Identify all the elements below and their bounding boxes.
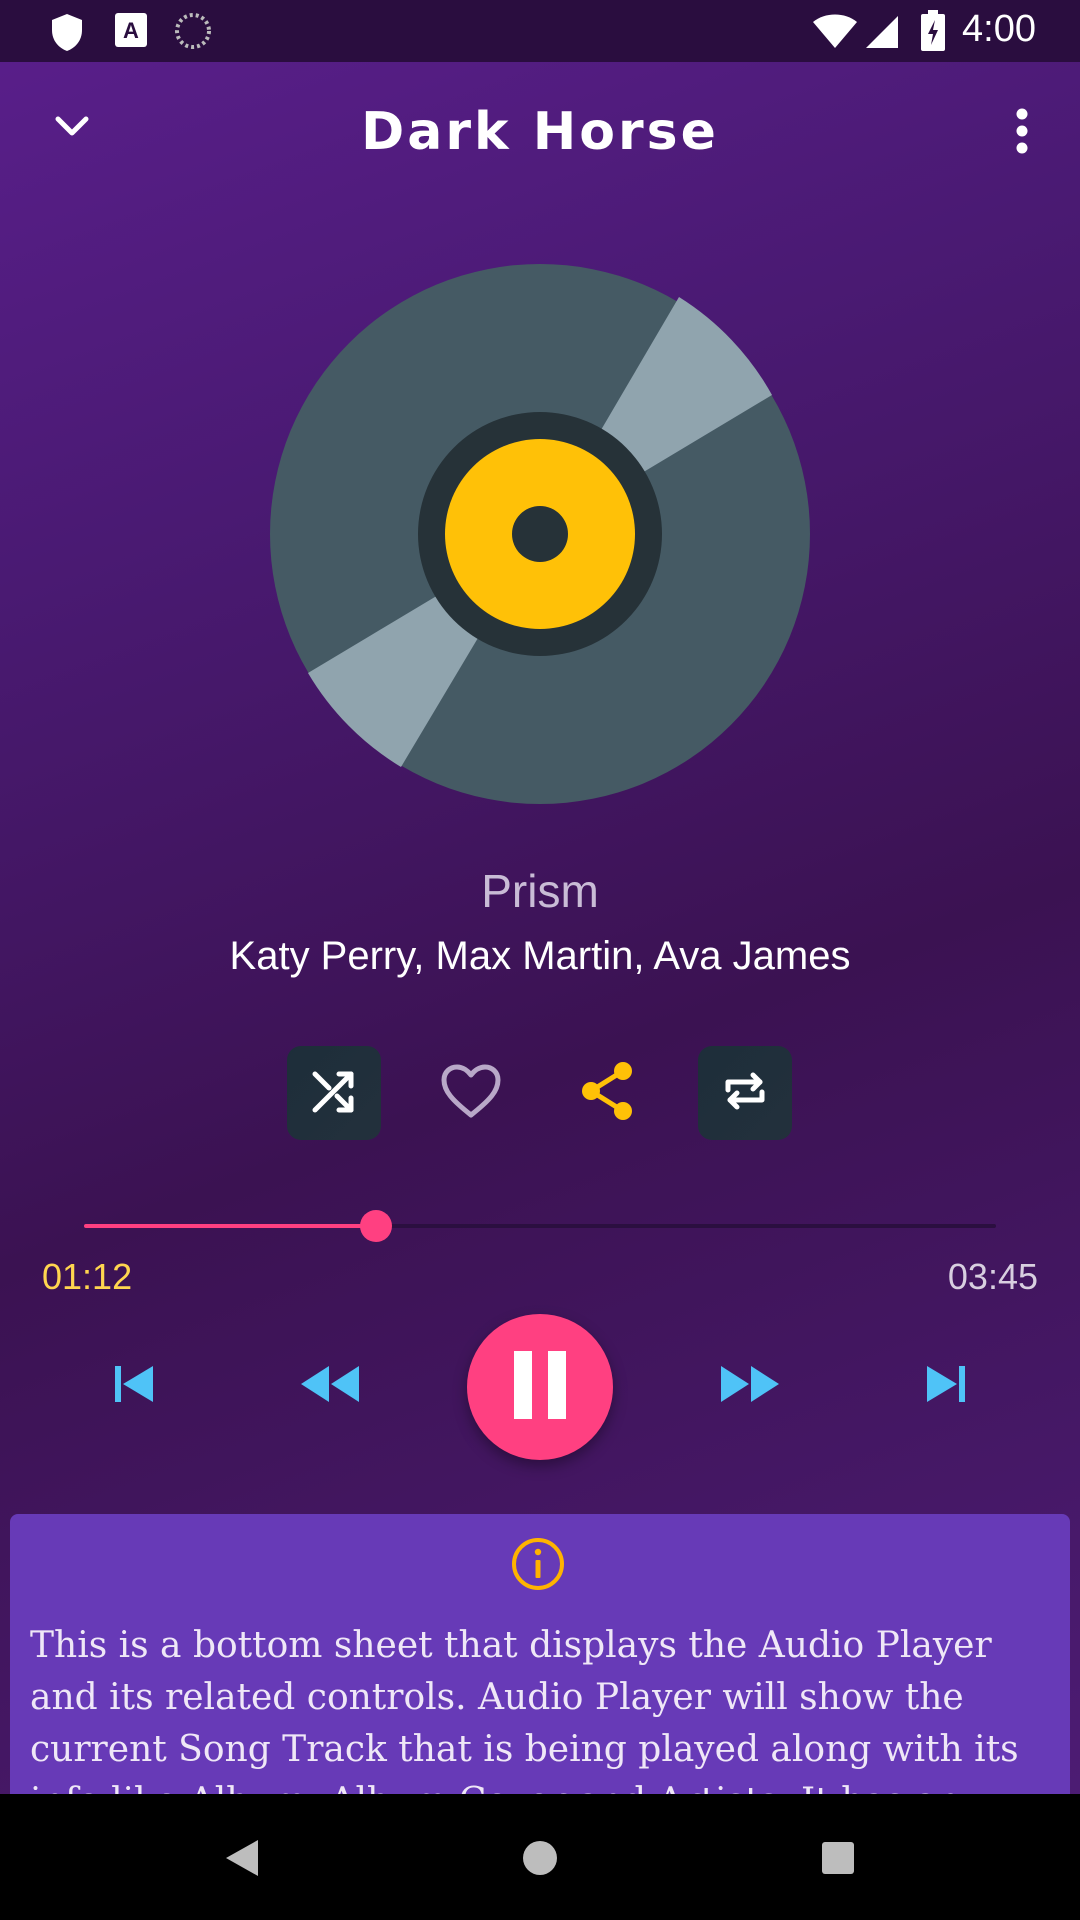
page-title: Dark Horse bbox=[361, 102, 719, 162]
rewind-button[interactable] bbox=[280, 1346, 380, 1426]
repeat-button[interactable] bbox=[698, 1046, 792, 1140]
fast-forward-icon bbox=[719, 1362, 781, 1410]
shuffle-icon bbox=[309, 1066, 359, 1120]
home-icon[interactable] bbox=[512, 1830, 568, 1886]
skip-previous-icon bbox=[111, 1362, 157, 1410]
favorite-button[interactable] bbox=[424, 1046, 518, 1140]
album-cover-disc bbox=[270, 264, 810, 804]
svg-text:A: A bbox=[123, 18, 139, 43]
fast-forward-button[interactable] bbox=[700, 1346, 800, 1426]
pause-button[interactable] bbox=[467, 1314, 613, 1460]
status-bar: A 4:00 bbox=[0, 0, 1080, 62]
shuffle-button[interactable] bbox=[287, 1046, 381, 1140]
battery-icon bbox=[920, 10, 946, 56]
skip-previous-button[interactable] bbox=[84, 1346, 184, 1426]
audio-player-screen: A 4:00 Dark Horse Prism Katy Perry, Max … bbox=[0, 0, 1080, 1920]
wifi-icon bbox=[812, 14, 858, 54]
share-button[interactable] bbox=[560, 1046, 654, 1140]
more-vert-icon[interactable] bbox=[992, 96, 1052, 166]
album-name: Prism bbox=[481, 865, 599, 917]
total-duration: 03:45 bbox=[947, 1256, 1038, 1297]
seek-bar-progress bbox=[84, 1224, 376, 1228]
info-icon bbox=[510, 1536, 566, 1592]
share-icon bbox=[579, 1061, 635, 1125]
font-icon: A bbox=[114, 12, 148, 52]
seek-bar-thumb[interactable] bbox=[359, 1210, 392, 1242]
signal-icon bbox=[864, 14, 900, 54]
heart-icon bbox=[440, 1063, 502, 1123]
seek-bar[interactable] bbox=[84, 1210, 996, 1242]
recents-icon[interactable] bbox=[810, 1830, 866, 1886]
elapsed-time: 01:12 bbox=[42, 1256, 133, 1297]
repeat-icon bbox=[720, 1066, 770, 1120]
back-icon[interactable] bbox=[214, 1830, 270, 1886]
system-navigation-bar bbox=[0, 1794, 1080, 1920]
rewind-icon bbox=[299, 1362, 361, 1410]
top-app-bar: Dark Horse bbox=[0, 62, 1080, 210]
status-time: 4:00 bbox=[962, 8, 1036, 50]
skip-next-button[interactable] bbox=[896, 1346, 996, 1426]
shield-icon bbox=[50, 12, 84, 56]
skip-next-icon bbox=[923, 1362, 969, 1410]
sync-icon bbox=[174, 12, 212, 54]
pause-icon bbox=[510, 1349, 570, 1425]
action-row bbox=[0, 1046, 1080, 1142]
artist-names: Katy Perry, Max Martin, Ava James bbox=[229, 934, 851, 978]
